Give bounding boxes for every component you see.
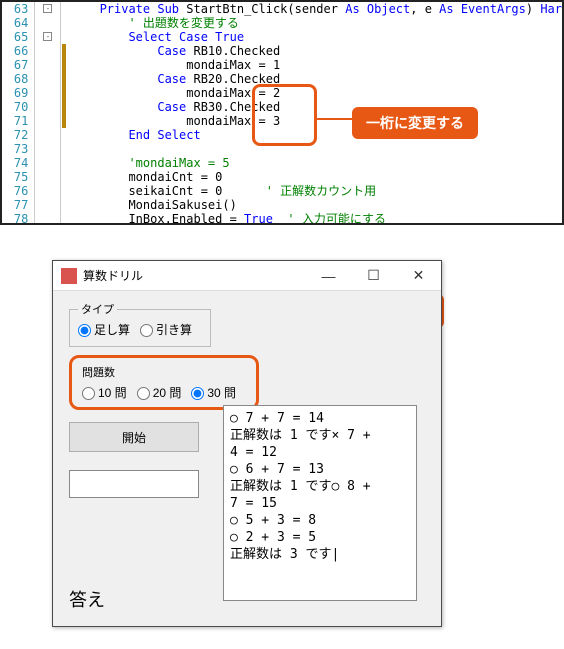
start-button[interactable]: 開始 [69,422,199,452]
line-number: 69 [2,86,28,100]
result-line: ○ 6 + 7 = 13 [230,461,410,478]
result-line: ○ 2 + 3 = 5 [230,529,410,546]
line-number: 76 [2,184,28,198]
radio-input[interactable] [191,387,204,400]
code-line[interactable]: Select Case True [71,30,562,44]
radio-label: 足し算 [94,323,130,337]
code-line[interactable]: 'mondaiMax = 5 [71,156,562,170]
line-number: 64 [2,16,28,30]
code-line[interactable]: ' 出題数を変更する [71,16,562,30]
line-number: 77 [2,198,28,212]
qcount-highlight: 問題数 10 問 20 問 30 問 [69,355,259,410]
annotation-label: 一桁に変更する [352,107,478,139]
answer-input[interactable] [69,470,199,498]
code-line[interactable] [71,142,562,156]
line-number: 67 [2,58,28,72]
type-option[interactable]: 引き算 [140,323,192,337]
fold-icon[interactable]: - [43,32,52,41]
line-number: 74 [2,156,28,170]
result-line: 正解数は 1 です× 7 + [230,427,410,444]
line-number: 68 [2,72,28,86]
code-line[interactable]: Case RB20.Checked [71,72,562,86]
line-number-gutter: 63646566676869707172737475767778 [2,2,35,225]
line-number: 63 [2,2,28,16]
radio-label: 引き算 [156,323,192,337]
change-bar [61,2,67,225]
line-number: 73 [2,142,28,156]
result-line: 7 = 15 [230,495,410,512]
qcount-option[interactable]: 10 問 [82,386,127,400]
annotation-box [252,84,317,146]
line-number: 72 [2,128,28,142]
radio-input[interactable] [137,387,150,400]
minimize-button[interactable]: — [306,261,351,291]
qcount-legend: 問題数 [82,364,246,380]
code-line[interactable]: Case RB10.Checked [71,44,562,58]
line-number: 75 [2,170,28,184]
code-line[interactable]: mondaiCnt = 0 [71,170,562,184]
result-textbox[interactable]: ○ 7 + 7 = 14正解数は 1 です× 7 +4 = 12○ 6 + 7 … [223,405,417,601]
code-line[interactable]: InBox.Enabled = True ' 入力可能にする [71,212,562,225]
radio-input[interactable] [78,324,91,337]
line-number: 66 [2,44,28,58]
result-line: ○ 7 + 7 = 14 [230,410,410,427]
fold-gutter: - - [35,2,60,225]
radio-label: 30 問 [207,386,236,400]
annotation-connector [317,118,352,120]
close-button[interactable]: ✕ [396,261,441,291]
line-number: 71 [2,114,28,128]
code-editor[interactable]: 63646566676869707172737475767778 - - Pri… [0,0,564,225]
type-legend: タイプ [78,301,117,317]
qcount-option[interactable]: 30 問 [191,386,236,400]
app-icon [61,268,77,284]
fold-icon[interactable]: - [43,4,52,13]
maximize-button[interactable]: ☐ [351,261,396,291]
radio-label: 10 問 [98,386,127,400]
line-number: 65 [2,30,28,44]
line-number: 78 [2,212,28,225]
result-line: 4 = 12 [230,444,410,461]
code-line[interactable]: Private Sub StartBtn_Click(sender As Obj… [71,2,562,16]
radio-input[interactable] [140,324,153,337]
qcount-option[interactable]: 20 問 [137,386,182,400]
app-window: 算数ドリル — ☐ ✕ タイプ 足し算引き算 問題数 10 問20 問30 問 … [52,260,442,627]
radio-input[interactable] [82,387,95,400]
titlebar[interactable]: 算数ドリル — ☐ ✕ [53,261,441,291]
result-line: ○ 5 + 3 = 8 [230,512,410,529]
window-title: 算数ドリル [83,267,306,284]
radio-label: 20 問 [153,386,182,400]
type-option[interactable]: 足し算 [78,323,130,337]
code-line[interactable]: MondaiSakusei() [71,198,562,212]
result-line: 正解数は 1 です○ 8 + [230,478,410,495]
line-number: 70 [2,100,28,114]
result-line: 正解数は 3 です| [230,546,410,563]
code-line[interactable]: mondaiMax = 1 [71,58,562,72]
code-line[interactable]: seikaiCnt = 0 ' 正解数カウント用 [71,184,562,198]
type-group: タイプ 足し算 引き算 [69,301,211,347]
